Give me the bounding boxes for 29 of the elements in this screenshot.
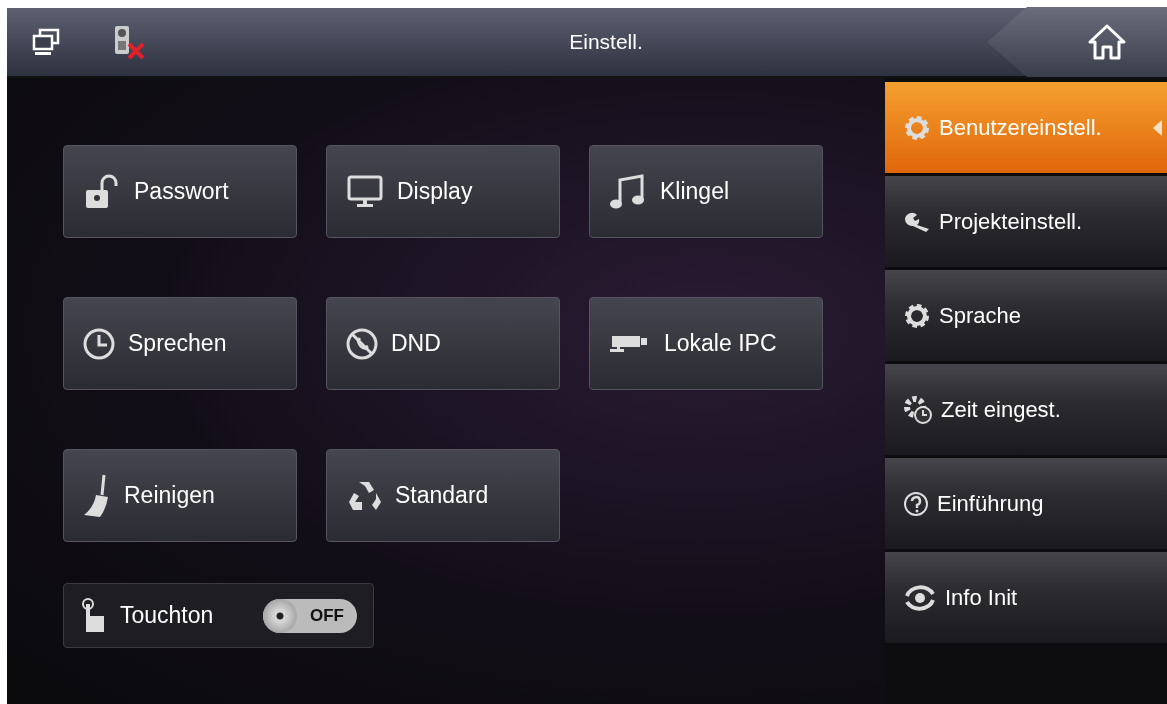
touch-tone-label: Touchton [120, 601, 214, 631]
sidebar-item[interactable]: Sprache [885, 270, 1167, 361]
settings-tile[interactable]: Lokale IPC [589, 297, 823, 390]
pointing-hand-icon [80, 597, 106, 634]
chevron-left-icon [1151, 118, 1163, 137]
monitor-icon [345, 173, 385, 210]
sidebar-item[interactable]: Zeit eingest. [885, 364, 1167, 455]
gear-icon [903, 113, 931, 142]
settings-tile[interactable]: Klingel [589, 145, 823, 238]
settings-tile[interactable]: DND [326, 297, 560, 390]
monitors-icon[interactable] [31, 27, 61, 57]
wrench-icon [903, 210, 931, 233]
do-not-disturb-icon [345, 326, 379, 361]
gear-icon [903, 301, 931, 330]
window-title: Einstell. [568, 29, 644, 56]
home-icon[interactable] [1087, 23, 1127, 61]
settings-tile[interactable]: Passwort [63, 145, 297, 238]
gear-clock-icon [903, 394, 933, 425]
settings-tile[interactable]: Display [326, 145, 560, 238]
sidebar-item[interactable]: Einführung [885, 458, 1167, 549]
settings-tile[interactable]: Sprechen [63, 297, 297, 390]
sidebar-item[interactable]: Info Init [885, 552, 1167, 643]
toggle-switch[interactable]: OFF [263, 598, 357, 633]
sidebar-item[interactable]: Projekteinstell. [885, 176, 1167, 267]
clock-icon [82, 326, 116, 361]
eye-icon [903, 583, 937, 612]
settings-tile[interactable]: Standard [326, 449, 560, 542]
settings-tile[interactable]: Reinigen [63, 449, 297, 542]
help-icon [903, 490, 929, 517]
